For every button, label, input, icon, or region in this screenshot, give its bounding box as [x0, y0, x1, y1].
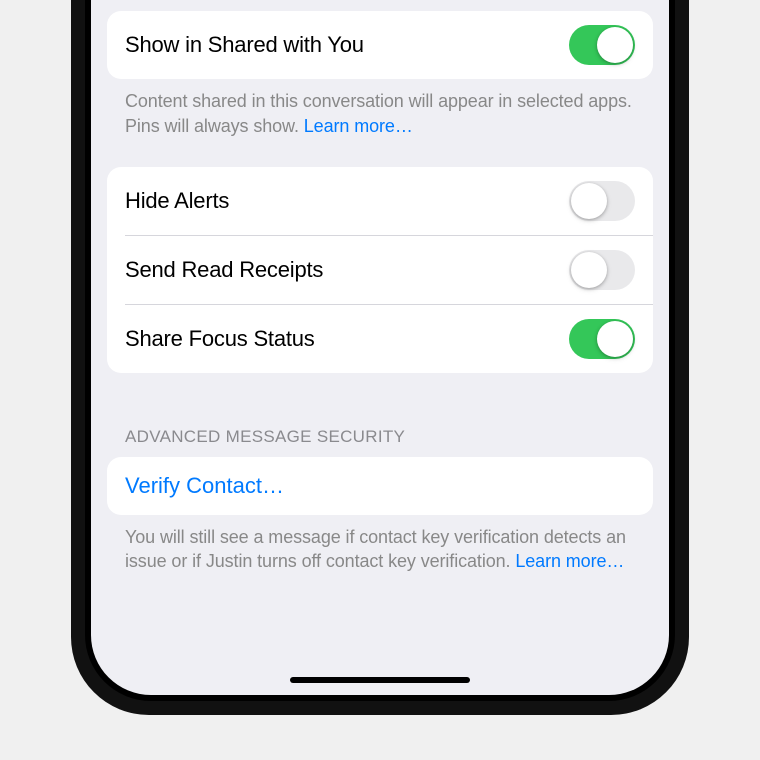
shared-with-you-footer: Content shared in this conversation will…	[107, 79, 653, 139]
hide-alerts-toggle[interactable]	[569, 181, 635, 221]
share-focus-status-toggle[interactable]	[569, 319, 635, 359]
toggle-knob	[571, 252, 607, 288]
send-read-receipts-toggle[interactable]	[569, 250, 635, 290]
show-in-shared-with-you-label: Show in Shared with You	[125, 32, 364, 58]
alerts-group: Hide Alerts Send Read Receipts Share Foc…	[107, 167, 653, 373]
toggle-knob	[597, 27, 633, 63]
security-learn-more-link[interactable]: Learn more…	[515, 551, 624, 571]
toggle-knob	[597, 321, 633, 357]
phone-frame: Show in Shared with You Content shared i…	[71, 0, 689, 715]
security-footer: You will still see a message if contact …	[107, 515, 653, 575]
home-indicator[interactable]	[290, 677, 470, 683]
share-focus-status-row[interactable]: Share Focus Status	[125, 304, 653, 373]
show-in-shared-with-you-row[interactable]: Show in Shared with You	[107, 11, 653, 79]
hide-alerts-row[interactable]: Hide Alerts	[107, 167, 653, 235]
send-read-receipts-row[interactable]: Send Read Receipts	[125, 235, 653, 304]
share-focus-status-label: Share Focus Status	[125, 326, 315, 352]
show-in-shared-with-you-toggle[interactable]	[569, 25, 635, 65]
toggle-knob	[571, 183, 607, 219]
security-group: Verify Contact…	[107, 457, 653, 515]
shared-with-you-group: Show in Shared with You	[107, 11, 653, 79]
send-read-receipts-label: Send Read Receipts	[125, 257, 323, 283]
screen: Show in Shared with You Content shared i…	[91, 0, 669, 695]
shared-with-you-learn-more-link[interactable]: Learn more…	[304, 116, 413, 136]
phone-bezel: Show in Shared with You Content shared i…	[85, 0, 675, 701]
advanced-message-security-header: ADVANCED MESSAGE SECURITY	[107, 427, 653, 457]
verify-contact-button[interactable]: Verify Contact…	[107, 457, 653, 515]
hide-alerts-label: Hide Alerts	[125, 188, 229, 214]
